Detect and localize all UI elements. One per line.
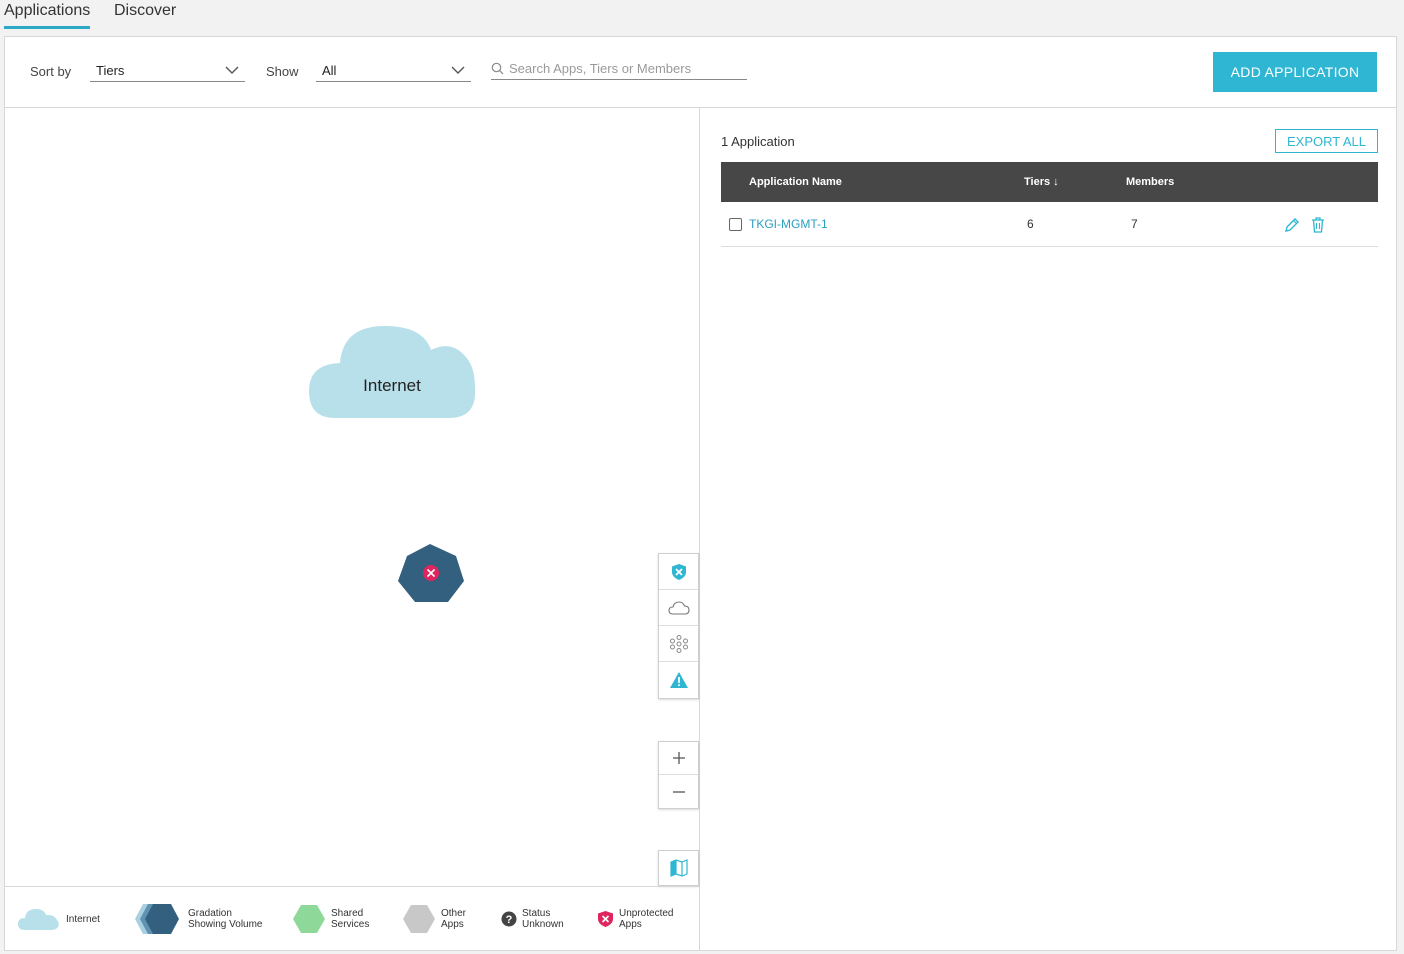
edit-icon[interactable]: [1284, 217, 1300, 233]
question-icon: ?: [501, 911, 517, 927]
sort-by-value: Tiers: [96, 63, 125, 78]
hexagon-gray-icon: [403, 905, 435, 933]
minus-icon: [672, 790, 685, 793]
search-box: [491, 58, 747, 80]
svg-text:?: ?: [506, 914, 513, 926]
shared-services-filter-button[interactable]: [659, 626, 698, 662]
export-all-button[interactable]: EXPORT ALL: [1275, 129, 1378, 153]
column-tiers[interactable]: Tiers ↓: [1024, 176, 1059, 188]
warning-icon: [669, 672, 688, 688]
column-application-name[interactable]: Application Name: [749, 176, 842, 188]
legend-shared-line2: Services: [331, 919, 370, 930]
show-select[interactable]: All: [316, 60, 471, 82]
table-row: TKGI-MGMT-1 6 7: [721, 202, 1378, 247]
hexagon-gradation-icon: [135, 904, 179, 934]
members-value: 7: [1131, 217, 1138, 231]
trash-icon[interactable]: [1310, 216, 1326, 233]
map-canvas: Internet: [309, 326, 476, 602]
legend-status-unknown: ? Status Unknown: [501, 887, 564, 951]
column-members[interactable]: Members: [1126, 176, 1174, 188]
topology-map[interactable]: Internet Internet Gradation Showing Volu…: [5, 108, 700, 950]
tab-applications[interactable]: Applications: [4, 2, 91, 29]
legend-gradation: Gradation Showing Volume: [133, 887, 263, 951]
internet-cloud[interactable]: Internet: [309, 326, 476, 418]
add-application-button[interactable]: ADD APPLICATION: [1213, 52, 1377, 92]
legend-unprotected-line1: Unprotected: [619, 908, 674, 919]
tab-discover[interactable]: Discover: [114, 2, 176, 26]
chevron-down-icon: [451, 66, 465, 74]
legend-other-line1: Other: [441, 908, 467, 919]
zoom-controls: [658, 741, 699, 809]
legend-gradation-line2: Showing Volume: [188, 919, 263, 930]
zoom-in-button[interactable]: [659, 742, 698, 775]
top-tabs: Applications Discover: [0, 0, 1404, 32]
legend-shared-line1: Shared: [331, 908, 364, 919]
legend-other-line2: Apps: [441, 919, 464, 930]
application-node[interactable]: [398, 544, 464, 602]
legend-status-line1: Status: [522, 908, 551, 919]
network-icon: [669, 634, 688, 653]
map-view-button[interactable]: [659, 851, 698, 885]
legend-unprotected-line2: Apps: [619, 919, 642, 930]
applications-panel: Sort by Tiers Show All ADD APPLICATION I…: [4, 36, 1397, 951]
legend-shared-services: Shared Services: [292, 887, 369, 951]
legend-other-apps: Other Apps: [402, 887, 466, 951]
plus-icon: [672, 752, 685, 764]
cloud-icon: [667, 600, 690, 615]
show-label: Show: [266, 64, 299, 79]
shield-alert-icon: [598, 911, 613, 927]
tiers-value: 6: [1027, 217, 1034, 231]
search-input[interactable]: [509, 61, 739, 76]
internet-filter-button[interactable]: [659, 590, 698, 626]
row-checkbox[interactable]: [729, 218, 742, 231]
unprotected-alert-icon: [423, 565, 439, 581]
legend-internet: Internet: [17, 887, 100, 951]
legend-unprotected-apps: Unprotected Apps: [597, 887, 673, 951]
chevron-down-icon: [225, 66, 239, 74]
sort-by-select[interactable]: Tiers: [90, 60, 245, 82]
internet-label: Internet: [363, 376, 421, 395]
search-icon: [491, 62, 504, 75]
legend-internet-label: Internet: [66, 913, 100, 925]
application-count: 1 Application: [721, 134, 795, 149]
warning-filter-button[interactable]: [659, 662, 698, 698]
application-name-link[interactable]: TKGI-MGMT-1: [749, 217, 828, 231]
filter-toolbar: Sort by Tiers Show All ADD APPLICATION: [5, 37, 1396, 108]
zoom-out-button[interactable]: [659, 775, 698, 808]
legend-status-line2: Unknown: [522, 919, 564, 930]
unprotected-filter-button[interactable]: [659, 554, 698, 590]
cloud-icon: [18, 909, 59, 930]
map-legend: Internet Gradation Showing Volume Shared…: [5, 886, 700, 950]
map-icon: [669, 859, 688, 877]
show-value: All: [322, 63, 337, 78]
map-filter-controls: [658, 553, 699, 699]
legend-gradation-line1: Gradation: [188, 908, 232, 919]
map-legend-toggle: [658, 850, 699, 886]
hexagon-green-icon: [293, 905, 325, 933]
sort-by-label: Sort by: [30, 64, 72, 79]
table-header: Application Name Tiers ↓ Members: [721, 162, 1378, 202]
shield-icon: [671, 563, 686, 580]
